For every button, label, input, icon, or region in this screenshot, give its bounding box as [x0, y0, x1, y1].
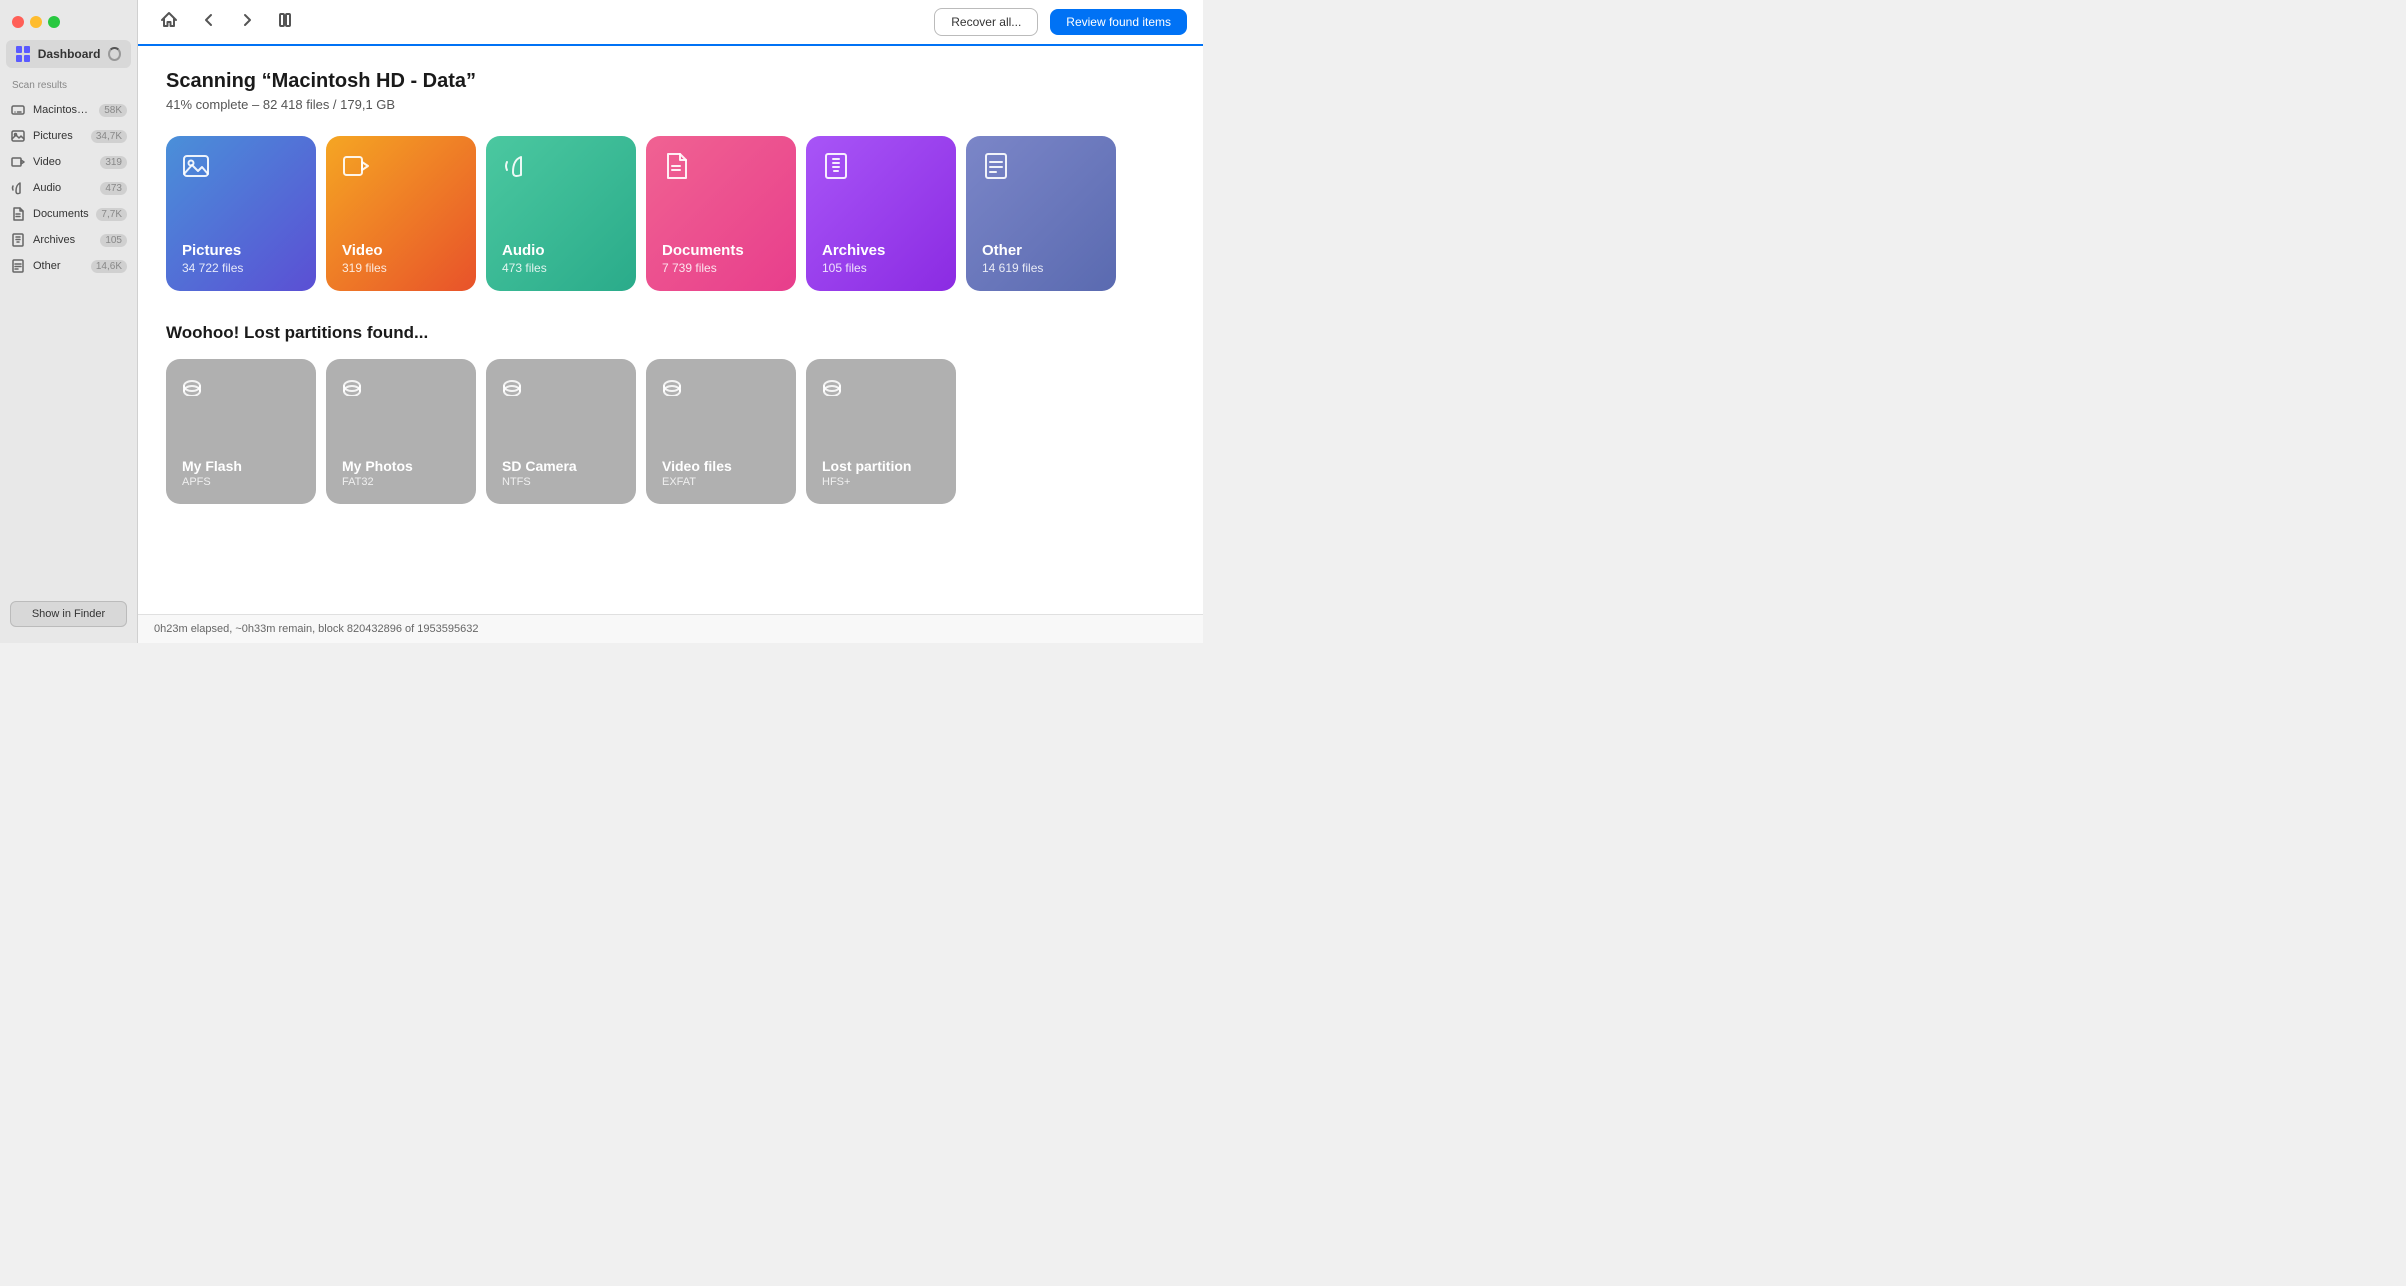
lostpartition-card-icon	[822, 375, 940, 403]
partition-card-lostpartition[interactable]: Lost partition HFS+	[806, 359, 956, 504]
sidebar-item-video-name: Video	[33, 156, 93, 168]
close-button[interactable]	[12, 16, 24, 28]
dashboard-label: Dashboard	[38, 47, 101, 61]
file-card-archives[interactable]: Archives 105 files	[806, 136, 956, 291]
audio-card-icon	[502, 152, 620, 187]
video-card-icon	[342, 152, 460, 187]
videofiles-card-fs: EXFAT	[662, 476, 780, 488]
sidebar-item-pictures[interactable]: Pictures 34,7K	[0, 123, 137, 149]
sidebar-item-macintosh[interactable]: Macintosh HD - Da... 58K	[0, 97, 137, 123]
audio-card-count: 473 files	[502, 261, 620, 275]
traffic-lights	[0, 8, 137, 40]
videofiles-card-icon	[662, 375, 780, 403]
audio-card-name: Audio	[502, 242, 620, 259]
sidebar-item-archives[interactable]: Archives 105	[0, 227, 137, 253]
scan-title: Scanning “Macintosh HD - Data”	[166, 70, 1175, 93]
archives-card-name: Archives	[822, 242, 940, 259]
home-button[interactable]	[154, 9, 184, 36]
file-card-audio[interactable]: Audio 473 files	[486, 136, 636, 291]
recover-all-button[interactable]: Recover all...	[934, 8, 1038, 36]
partition-card-myphotos[interactable]: My Photos FAT32	[326, 359, 476, 504]
file-type-cards: Pictures 34 722 files Video 319 files Au…	[166, 136, 1175, 291]
sidebar-item-archives-name: Archives	[33, 234, 93, 246]
videofiles-card-name: Video files	[662, 458, 780, 474]
minimize-button[interactable]	[30, 16, 42, 28]
dashboard-button[interactable]: Dashboard	[6, 40, 131, 68]
main-area: Recover all... Review found items Scanni…	[138, 0, 1203, 643]
sidebar-item-other-count: 14,6K	[91, 260, 127, 273]
lostpartition-card-fs: HFS+	[822, 476, 940, 488]
sdcamera-card-fs: NTFS	[502, 476, 620, 488]
sidebar-item-video-count: 319	[100, 156, 127, 169]
sidebar-item-documents[interactable]: Documents 7,7K	[0, 201, 137, 227]
video-icon	[10, 154, 26, 170]
audio-icon	[10, 180, 26, 196]
sidebar-item-documents-count: 7,7K	[96, 208, 127, 221]
file-card-documents[interactable]: Documents 7 739 files	[646, 136, 796, 291]
sdcamera-card-icon	[502, 375, 620, 403]
toolbar: Recover all... Review found items	[138, 0, 1203, 46]
partition-cards: My Flash APFS My Photos FAT32 SD Camera …	[166, 359, 1175, 504]
sidebar-item-archives-count: 105	[100, 234, 127, 247]
pause-button[interactable]	[272, 9, 298, 36]
other-card-count: 14 619 files	[982, 261, 1100, 275]
sidebar-item-audio-name: Audio	[33, 182, 93, 194]
myphotos-card-icon	[342, 375, 460, 403]
pictures-card-count: 34 722 files	[182, 261, 300, 275]
other-icon	[10, 258, 26, 274]
sidebar-item-documents-name: Documents	[33, 208, 89, 220]
sidebar-item-other-name: Other	[33, 260, 84, 272]
documents-card-icon	[662, 152, 780, 187]
documents-card-name: Documents	[662, 242, 780, 259]
partitions-section-title: Woohoo! Lost partitions found...	[166, 323, 1175, 343]
documents-card-count: 7 739 files	[662, 261, 780, 275]
scan-results-label: Scan results	[0, 76, 137, 97]
pictures-card-icon	[182, 152, 300, 187]
sidebar-item-macintosh-name: Macintosh HD - Da...	[33, 104, 92, 116]
other-card-icon	[982, 152, 1100, 187]
myflash-card-icon	[182, 375, 300, 403]
drive-icon	[10, 102, 26, 118]
sidebar-item-pictures-count: 34,7K	[91, 130, 127, 143]
myflash-card-name: My Flash	[182, 458, 300, 474]
myphotos-card-fs: FAT32	[342, 476, 460, 488]
other-card-name: Other	[982, 242, 1100, 259]
back-button[interactable]	[196, 9, 222, 36]
archives-card-icon	[822, 152, 940, 187]
scan-subtitle: 41% complete – 82 418 files / 179,1 GB	[166, 97, 1175, 112]
video-card-count: 319 files	[342, 261, 460, 275]
sidebar-item-audio-count: 473	[100, 182, 127, 195]
sidebar: Dashboard Scan results Macintosh HD - Da…	[0, 0, 138, 643]
lostpartition-card-name: Lost partition	[822, 458, 940, 474]
status-bar: 0h23m elapsed, ~0h33m remain, block 8204…	[138, 614, 1203, 643]
review-found-items-button[interactable]: Review found items	[1050, 9, 1187, 35]
archives-icon	[10, 232, 26, 248]
myphotos-card-name: My Photos	[342, 458, 460, 474]
sidebar-item-macintosh-count: 58K	[99, 104, 127, 117]
sidebar-item-other[interactable]: Other 14,6K	[0, 253, 137, 279]
documents-icon	[10, 206, 26, 222]
file-card-pictures[interactable]: Pictures 34 722 files	[166, 136, 316, 291]
content-area: Scanning “Macintosh HD - Data” 41% compl…	[138, 46, 1203, 614]
video-card-name: Video	[342, 242, 460, 259]
picture-icon	[10, 128, 26, 144]
partition-card-sdcamera[interactable]: SD Camera NTFS	[486, 359, 636, 504]
dashboard-icon	[16, 46, 30, 62]
file-card-video[interactable]: Video 319 files	[326, 136, 476, 291]
file-card-other[interactable]: Other 14 619 files	[966, 136, 1116, 291]
sidebar-item-video[interactable]: Video 319	[0, 149, 137, 175]
forward-button[interactable]	[234, 9, 260, 36]
loading-spinner	[108, 47, 121, 61]
status-text: 0h23m elapsed, ~0h33m remain, block 8204…	[154, 623, 478, 635]
sidebar-item-pictures-name: Pictures	[33, 130, 84, 142]
pictures-card-name: Pictures	[182, 242, 300, 259]
partition-card-videofiles[interactable]: Video files EXFAT	[646, 359, 796, 504]
partition-card-myflash[interactable]: My Flash APFS	[166, 359, 316, 504]
sdcamera-card-name: SD Camera	[502, 458, 620, 474]
myflash-card-fs: APFS	[182, 476, 300, 488]
archives-card-count: 105 files	[822, 261, 940, 275]
maximize-button[interactable]	[48, 16, 60, 28]
show-in-finder-button[interactable]: Show in Finder	[10, 601, 127, 627]
sidebar-item-audio[interactable]: Audio 473	[0, 175, 137, 201]
